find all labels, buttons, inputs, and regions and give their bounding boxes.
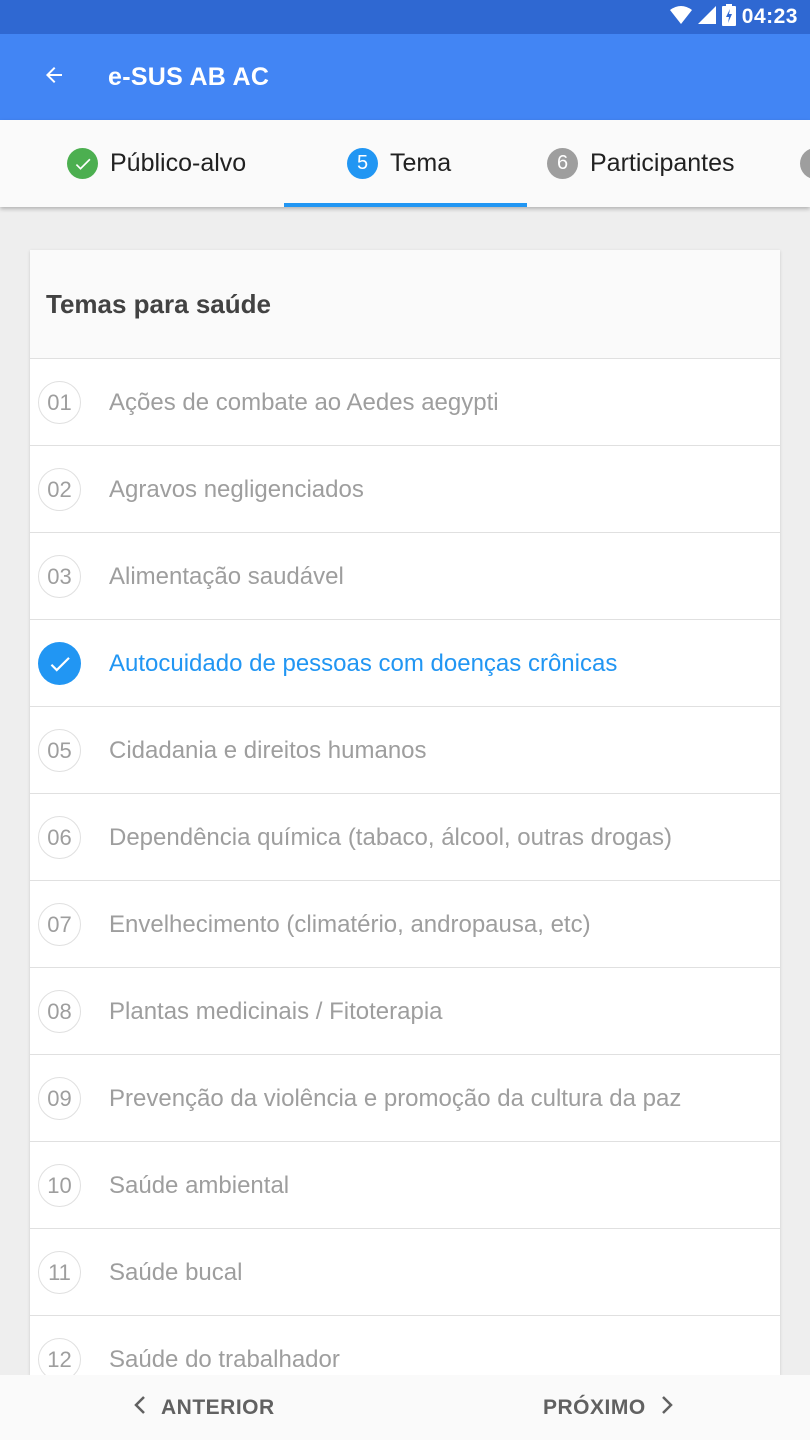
item-label: Saúde do trabalhador bbox=[109, 1346, 340, 1373]
checkmark-icon bbox=[38, 642, 81, 685]
list-item[interactable]: 12 Saúde do trabalhador bbox=[30, 1316, 780, 1375]
step-next-partial[interactable] bbox=[800, 120, 810, 207]
battery-charging-icon bbox=[721, 3, 736, 31]
wifi-icon bbox=[669, 5, 692, 29]
check-circle-icon bbox=[67, 148, 98, 179]
item-number: 03 bbox=[38, 555, 81, 598]
step-label: Público-alvo bbox=[110, 149, 247, 177]
list-item[interactable]: 10 Saúde ambiental bbox=[30, 1142, 780, 1229]
list-item[interactable]: 08 Plantas medicinais / Fitoterapia bbox=[30, 968, 780, 1055]
status-icons: 04:23 bbox=[669, 3, 798, 31]
item-number: 10 bbox=[38, 1164, 81, 1207]
stepper: Público-alvo 5 Tema 6 Participantes bbox=[0, 120, 810, 207]
step-number: 6 bbox=[547, 148, 578, 179]
list-item[interactable]: 07 Envelhecimento (climatério, andropausa… bbox=[30, 881, 780, 968]
step-participantes[interactable]: 6 Participantes bbox=[547, 120, 735, 207]
back-button[interactable] bbox=[30, 54, 78, 100]
item-number: 12 bbox=[38, 1338, 81, 1375]
list-item[interactable]: 09 Prevenção da violência e promoção da c… bbox=[30, 1055, 780, 1142]
item-number: 05 bbox=[38, 729, 81, 772]
step-publico-alvo[interactable]: Público-alvo bbox=[67, 120, 246, 207]
theme-list: 01 Ações de combate ao Aedes aegypti 02 Agr… bbox=[30, 359, 780, 1375]
item-number: 07 bbox=[38, 903, 81, 946]
item-label: Alimentação saudável bbox=[109, 563, 344, 590]
list-item[interactable]: Autocuidado de pessoas com doenças crôni… bbox=[30, 620, 780, 707]
step-label: Participantes bbox=[590, 149, 735, 177]
list-item[interactable]: 05 Cidadania e direitos humanos bbox=[30, 707, 780, 794]
previous-label: ANTERIOR bbox=[161, 1395, 275, 1419]
chevron-right-icon bbox=[660, 1395, 674, 1421]
status-bar: 04:23 bbox=[0, 0, 810, 34]
list-item[interactable]: 06 Dependência química (tabaco, álcool, o… bbox=[30, 794, 780, 881]
card-header: Temas para saúde bbox=[30, 250, 780, 359]
status-time: 04:23 bbox=[741, 5, 798, 28]
item-label: Agravos negligenciados bbox=[109, 476, 364, 503]
active-tab-indicator bbox=[284, 203, 527, 207]
list-item[interactable]: 02 Agravos negligenciados bbox=[30, 446, 780, 533]
item-number: 02 bbox=[38, 468, 81, 511]
item-label: Saúde ambiental bbox=[109, 1172, 290, 1199]
item-label: Saúde bucal bbox=[109, 1259, 243, 1286]
item-label: Cidadania e direitos humanos bbox=[109, 737, 427, 764]
themes-card: Temas para saúde 01 Ações de combate ao A… bbox=[30, 250, 780, 1375]
item-label: Prevenção da violência e promoção da cul… bbox=[109, 1085, 682, 1112]
item-number: 09 bbox=[38, 1077, 81, 1120]
list-item[interactable]: 11 Saúde bucal bbox=[30, 1229, 780, 1316]
list-item[interactable]: 03 Alimentação saudável bbox=[30, 533, 780, 620]
item-number: 06 bbox=[38, 816, 81, 859]
arrow-left-icon bbox=[42, 63, 66, 92]
item-number: 08 bbox=[38, 990, 81, 1033]
bottom-nav: ANTERIOR PRÓXIMO bbox=[0, 1375, 810, 1440]
signal-icon bbox=[697, 5, 716, 29]
step-tema[interactable]: 5 Tema bbox=[347, 120, 451, 207]
step-label: Tema bbox=[390, 149, 452, 177]
app-bar: e-SUS AB AC bbox=[0, 34, 810, 120]
chevron-left-icon bbox=[133, 1395, 147, 1421]
card-title: Temas para saúde bbox=[46, 288, 271, 319]
app-title: e-SUS AB AC bbox=[108, 63, 270, 91]
item-label: Envelhecimento (climatério, andropausa, … bbox=[109, 911, 591, 938]
item-number: 01 bbox=[38, 381, 81, 424]
list-item[interactable]: 01 Ações de combate ao Aedes aegypti bbox=[30, 359, 780, 446]
item-label: Plantas medicinais / Fitoterapia bbox=[109, 998, 443, 1025]
next-button[interactable]: PRÓXIMO bbox=[543, 1375, 674, 1440]
item-label: Autocuidado de pessoas com doenças crôni… bbox=[109, 650, 618, 677]
step-number: 5 bbox=[347, 148, 378, 179]
item-label: Dependência química (tabaco, álcool, out… bbox=[109, 824, 672, 851]
item-number: 11 bbox=[38, 1251, 81, 1294]
step-number bbox=[800, 148, 810, 179]
previous-button[interactable]: ANTERIOR bbox=[133, 1375, 275, 1440]
next-label: PRÓXIMO bbox=[543, 1395, 646, 1419]
item-label: Ações de combate ao Aedes aegypti bbox=[109, 389, 499, 416]
